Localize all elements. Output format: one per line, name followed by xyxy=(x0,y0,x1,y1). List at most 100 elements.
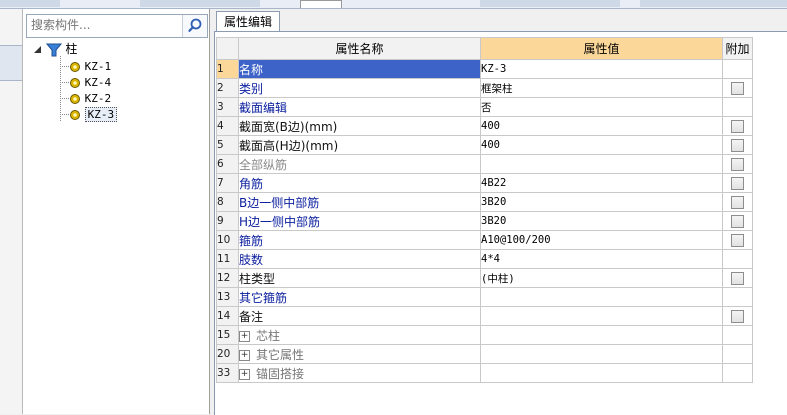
table-row[interactable]: 2 类别 框架柱 xyxy=(216,78,753,98)
row-number: 13 xyxy=(216,287,239,307)
gear-icon xyxy=(70,109,80,120)
expand-plus-icon[interactable]: + xyxy=(239,368,250,380)
row-number: 20 xyxy=(216,344,239,364)
property-value-cell[interactable] xyxy=(480,287,723,307)
table-row[interactable]: 4 截面宽(B边)(mm) 400 xyxy=(216,116,753,136)
property-table: 属性名称 属性值 附加 1 名称 KZ-3 2 类别 框架柱 3 截面编辑否 4 截面宽(B边)(… xyxy=(216,37,753,383)
tab-property-edit[interactable]: 属性编辑 xyxy=(216,11,280,32)
extra-checkbox[interactable] xyxy=(731,158,744,171)
property-name-cell[interactable]: 柱类型 xyxy=(238,268,481,288)
property-value-cell[interactable]: 否 xyxy=(480,97,723,117)
component-tree-panel: 柱 KZ-1 KZ-4 KZ-2 KZ-3 xyxy=(23,9,210,414)
extra-cell xyxy=(722,97,753,117)
property-value-cell[interactable]: 3B20 xyxy=(480,192,723,212)
property-value-cell[interactable]: 4*4 xyxy=(480,249,723,269)
group-name-cell[interactable]: + 锚固搭接 xyxy=(238,363,481,383)
property-value-cell[interactable]: 框架柱 xyxy=(480,78,723,98)
left-panel-selected-bar[interactable] xyxy=(0,45,22,81)
table-row[interactable]: 6 全部纵筋 xyxy=(216,154,753,174)
property-name-cell[interactable]: 肢数 xyxy=(238,249,481,269)
row-number: 3 xyxy=(216,97,239,117)
gear-icon xyxy=(70,93,80,104)
tree-item-kz-2[interactable]: KZ-2 xyxy=(69,90,111,106)
property-name-cell[interactable]: B边一侧中部筋 xyxy=(238,192,481,212)
extra-checkbox[interactable] xyxy=(731,215,744,228)
extra-checkbox[interactable] xyxy=(731,234,744,247)
table-row[interactable]: 11 肢数 4*4 xyxy=(216,249,753,269)
property-name-cell[interactable]: H边一侧中部筋 xyxy=(238,211,481,231)
property-name-cell[interactable]: 截面宽(B边)(mm) xyxy=(238,116,481,136)
property-name-cell[interactable]: 其它箍筋 xyxy=(238,287,481,307)
property-name-cell[interactable]: 角筋 xyxy=(238,173,481,193)
table-group-row[interactable]: 20 + 其它属性 xyxy=(216,344,753,364)
property-name-cell[interactable]: 备注 xyxy=(238,306,481,326)
table-group-row[interactable]: 33 + 锚固搭接 xyxy=(216,363,753,383)
extra-cell xyxy=(722,192,753,212)
extra-checkbox[interactable] xyxy=(731,310,744,323)
collapse-triangle-icon[interactable] xyxy=(33,45,42,54)
group-label: 芯柱 xyxy=(256,328,281,343)
top-toolbar-strip xyxy=(0,0,787,9)
property-name-cell[interactable]: 类别 xyxy=(238,78,481,98)
group-name-cell[interactable]: + 芯柱 xyxy=(238,325,481,345)
table-row[interactable]: 7 角筋 4B22 xyxy=(216,173,753,193)
tree-root[interactable]: 柱 xyxy=(33,41,77,57)
table-row[interactable]: 9 H边一侧中部筋 3B20 xyxy=(216,211,753,231)
group-label: 其它属性 xyxy=(256,347,305,362)
extra-cell xyxy=(722,249,753,269)
table-row[interactable]: 13 其它箍筋 xyxy=(216,287,753,307)
extra-checkbox[interactable] xyxy=(731,272,744,285)
extra-checkbox[interactable] xyxy=(731,82,744,95)
extra-cell xyxy=(722,116,753,136)
property-name-cell[interactable]: 截面高(H边)(mm) xyxy=(238,135,481,155)
row-number: 8 xyxy=(216,192,239,212)
row-number: 5 xyxy=(216,135,239,155)
extra-checkbox[interactable] xyxy=(731,196,744,209)
tree-item-label: KZ-1 xyxy=(84,60,112,73)
table-row[interactable]: 5 截面高(H边)(mm) 400 xyxy=(216,135,753,155)
property-value-cell[interactable]: 400 xyxy=(480,135,723,155)
property-name-cell[interactable]: 箍筋 xyxy=(238,230,481,250)
row-number: 9 xyxy=(216,211,239,231)
table-header-row: 属性名称 属性值 附加 xyxy=(216,37,753,60)
extra-cell xyxy=(722,363,753,383)
header-property-name[interactable]: 属性名称 xyxy=(238,37,481,60)
property-value-cell[interactable]: 3B20 xyxy=(480,211,723,231)
extra-cell xyxy=(722,230,753,250)
header-extra[interactable]: 附加 xyxy=(722,37,753,60)
table-group-row[interactable]: 15 + 芯柱 xyxy=(216,325,753,345)
extra-checkbox[interactable] xyxy=(731,139,744,152)
property-value-cell[interactable]: KZ-3 xyxy=(480,59,723,79)
row-number: 14 xyxy=(216,306,239,326)
property-panel: 属性编辑 属性名称 属性值 附加 1 名称 KZ-3 2 类别 框架柱 3 截面编辑否 4 截面宽… xyxy=(210,9,787,415)
search-input[interactable] xyxy=(27,15,185,35)
extra-checkbox[interactable] xyxy=(731,120,744,133)
table-row[interactable]: 10 箍筋 A10@100/200 xyxy=(216,230,753,250)
tree-item-kz-3[interactable]: KZ-3 xyxy=(69,106,118,122)
expand-plus-icon[interactable]: + xyxy=(239,330,250,342)
expand-plus-icon[interactable]: + xyxy=(239,349,250,361)
search-button[interactable] xyxy=(182,15,207,37)
property-value-cell[interactable]: 400 xyxy=(480,116,723,136)
group-name-cell[interactable]: + 其它属性 xyxy=(238,344,481,364)
extra-checkbox[interactable] xyxy=(731,177,744,190)
property-value-cell[interactable]: 4B22 xyxy=(480,173,723,193)
property-value-cell[interactable]: (中柱) xyxy=(480,268,723,288)
table-row[interactable]: 1 名称 KZ-3 xyxy=(216,59,753,79)
property-value-cell[interactable]: A10@100/200 xyxy=(480,230,723,250)
property-name-cell[interactable]: 截面编辑 xyxy=(238,97,481,117)
tree-item-kz-1[interactable]: KZ-1 xyxy=(69,58,111,74)
table-row[interactable]: 12 柱类型 (中柱) xyxy=(216,268,753,288)
table-row[interactable]: 3 截面编辑否 xyxy=(216,97,753,117)
group-label: 锚固搭接 xyxy=(256,366,305,381)
row-number: 11 xyxy=(216,249,239,269)
property-name-cell[interactable]: 全部纵筋 xyxy=(238,154,481,174)
extra-cell xyxy=(722,78,753,98)
property-name-cell[interactable]: 名称 xyxy=(238,59,481,79)
header-property-value[interactable]: 属性值 xyxy=(480,37,723,60)
property-value-cell[interactable] xyxy=(480,306,723,326)
tree-item-kz-4[interactable]: KZ-4 xyxy=(69,74,111,90)
table-row[interactable]: 8 B边一侧中部筋 3B20 xyxy=(216,192,753,212)
table-row[interactable]: 14 备注 xyxy=(216,306,753,326)
property-value-cell[interactable] xyxy=(480,154,723,174)
